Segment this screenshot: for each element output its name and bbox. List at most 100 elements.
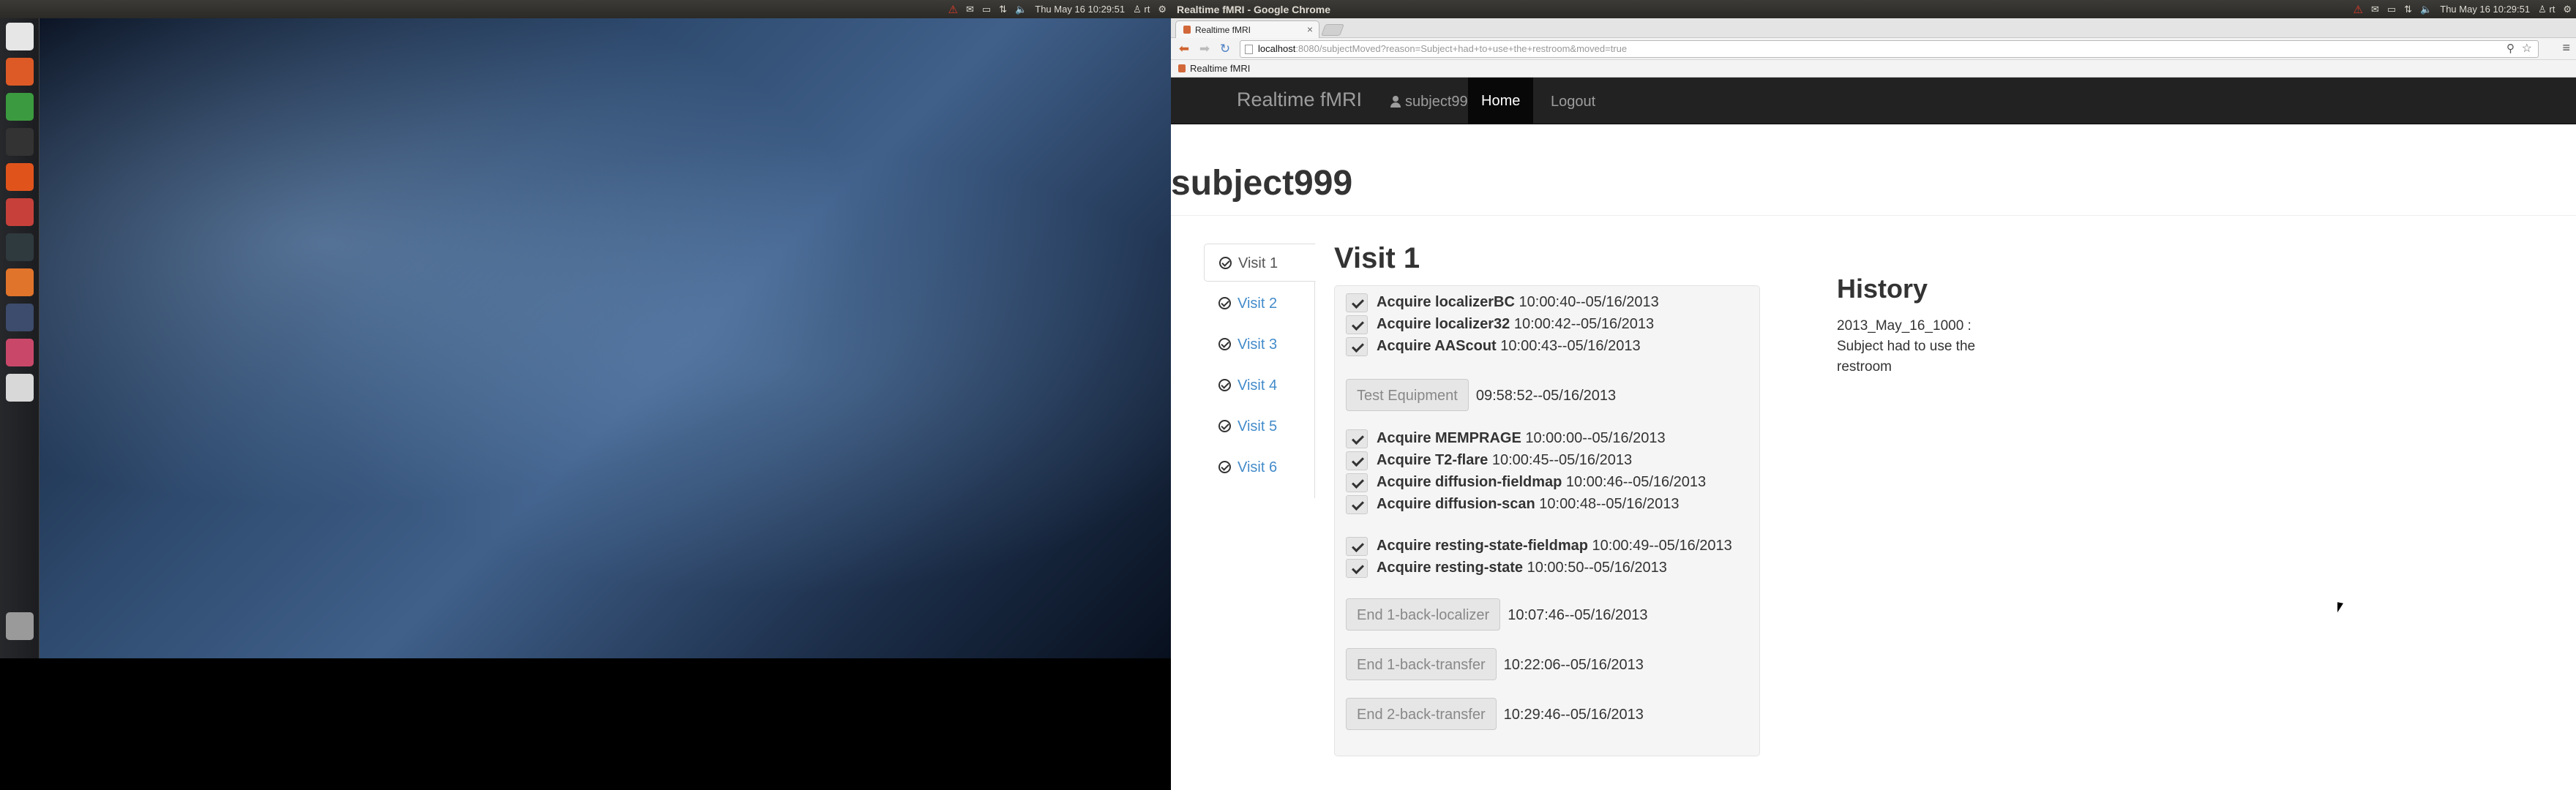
nav-logout-link[interactable]: Logout bbox=[1551, 94, 1595, 110]
visit-tab-6[interactable]: Visit 6 bbox=[1204, 448, 1315, 486]
back-arrow-icon[interactable]: ⬅ bbox=[1175, 40, 1193, 58]
visit-tabs: Visit 1 Visit 2 Visit 3 Visit 4 Visit 5 Visit… bbox=[1204, 244, 1316, 498]
user-icon bbox=[1390, 96, 1401, 108]
visit-tab-label: Visit 1 bbox=[1238, 255, 1278, 271]
disc-icon[interactable] bbox=[6, 374, 34, 402]
chrome-icon[interactable] bbox=[6, 93, 34, 121]
checkmark-icon bbox=[1346, 429, 1368, 448]
user-indicator[interactable]: ♙ rt bbox=[2538, 4, 2555, 15]
completed-step: Acquire localizer32 10:00:42--05/16/2013 bbox=[1346, 313, 1654, 335]
clock[interactable]: Thu May 16 10:29:51 bbox=[2440, 4, 2530, 15]
volume-icon[interactable]: 🔈 bbox=[1015, 4, 1027, 15]
search-icon[interactable]: ⚲ bbox=[2506, 41, 2515, 57]
software-center-icon[interactable] bbox=[6, 163, 34, 191]
address-bar[interactable]: localhost:8080/subjectMoved?reason=Subje… bbox=[1240, 40, 2539, 58]
visit-tab-label: Visit 6 bbox=[1238, 459, 1278, 475]
clock[interactable]: Thu May 16 10:29:51 bbox=[1035, 4, 1125, 15]
tab-strip: Realtime fMRI × bbox=[1171, 18, 2576, 38]
reload-icon[interactable]: ↻ bbox=[1216, 40, 1234, 58]
tab-title: Realtime fMRI bbox=[1195, 25, 1251, 35]
step-name: Acquire diffusion-fieldmap bbox=[1377, 474, 1562, 490]
mail-icon[interactable]: ✉ bbox=[2371, 4, 2379, 15]
new-tab-button[interactable] bbox=[1321, 24, 1344, 36]
step-name: Acquire MEMPRAGE bbox=[1377, 430, 1521, 446]
battery-icon[interactable]: ▭ bbox=[982, 4, 991, 15]
step-time: 10:29:46--05/16/2013 bbox=[1503, 707, 1644, 723]
step-time: 10:00:48--05/16/2013 bbox=[1535, 496, 1680, 512]
bookmark-link[interactable]: Realtime fMRI bbox=[1190, 63, 1250, 74]
favicon-icon bbox=[1183, 26, 1191, 34]
ok-circle-icon bbox=[1218, 379, 1231, 391]
completed-step: Acquire AAScout 10:00:43--05/16/2013 bbox=[1346, 335, 1641, 357]
warning-icon[interactable]: ⚠ bbox=[2354, 3, 2363, 16]
settings-icon[interactable] bbox=[6, 198, 34, 226]
volume-icon[interactable]: 🔈 bbox=[2420, 4, 2432, 15]
checkmark-icon bbox=[1346, 558, 1368, 578]
image-viewer-icon[interactable] bbox=[6, 339, 34, 366]
visit-tab-3[interactable]: Visit 3 bbox=[1204, 326, 1315, 364]
step-button[interactable]: End 1-back-transfer bbox=[1346, 648, 1497, 680]
visit-tab-2[interactable]: Visit 2 bbox=[1204, 285, 1315, 323]
mail-icon[interactable]: ✉ bbox=[966, 4, 974, 15]
step-time: 10:22:06--05/16/2013 bbox=[1503, 657, 1644, 673]
completed-step: Acquire localizerBC 10:00:40--05/16/2013 bbox=[1346, 291, 1659, 313]
trash-icon[interactable] bbox=[6, 612, 34, 640]
ok-circle-icon bbox=[1218, 338, 1231, 350]
home-folder-icon[interactable] bbox=[6, 268, 34, 296]
step-time: 10:00:45--05/16/2013 bbox=[1488, 452, 1633, 468]
url-text: localhost:8080/subjectMoved?reason=Subje… bbox=[1258, 43, 1628, 54]
navbar-brand[interactable]: Realtime fMRI bbox=[1237, 89, 1362, 111]
step-name: Acquire resting-state bbox=[1377, 560, 1524, 576]
battery-icon[interactable]: ▭ bbox=[2387, 4, 2396, 15]
close-tab-icon[interactable]: × bbox=[1307, 23, 1313, 35]
warning-icon[interactable]: ⚠ bbox=[948, 3, 958, 16]
remote-desktop-icon[interactable] bbox=[6, 304, 34, 331]
files-icon[interactable] bbox=[6, 58, 34, 86]
forward-arrow-icon[interactable]: ➡ bbox=[1196, 40, 1213, 58]
nav-home-link[interactable]: Home bbox=[1468, 78, 1534, 124]
terminal-icon[interactable] bbox=[6, 128, 34, 156]
divider bbox=[1171, 215, 2576, 216]
step-time: 09:58:52--05/16/2013 bbox=[1475, 388, 1617, 404]
checkmark-icon bbox=[1346, 494, 1368, 514]
bookmark-star-icon[interactable]: ☆ bbox=[2522, 41, 2532, 57]
step-button[interactable]: End 1-back-localizer bbox=[1346, 598, 1501, 631]
ok-circle-icon bbox=[1218, 297, 1231, 309]
ok-circle-icon bbox=[1219, 257, 1232, 269]
mouse-cursor-icon bbox=[2337, 602, 2343, 614]
browser-tab[interactable]: Realtime fMRI × bbox=[1175, 20, 1319, 38]
nav-user[interactable]: subject999 bbox=[1390, 94, 1476, 110]
web-page: Realtime fMRI subject999 Home Logout sub… bbox=[1171, 78, 2576, 790]
step-time: 10:07:46--05/16/2013 bbox=[1508, 607, 1648, 623]
power-gear-icon[interactable]: ⚙ bbox=[2563, 4, 2572, 15]
menu-icon[interactable]: ≡ bbox=[2562, 40, 2570, 56]
checkmark-icon bbox=[1346, 336, 1368, 356]
visit-tab-1[interactable]: Visit 1 bbox=[1204, 244, 1316, 282]
step-button[interactable]: Test Equipment bbox=[1346, 379, 1469, 411]
network-icon[interactable]: ⇅ bbox=[999, 4, 1007, 15]
completed-step: Acquire resting-state 10:00:50--05/16/20… bbox=[1346, 557, 1667, 579]
completed-step: Acquire MEMPRAGE 10:00:00--05/16/2013 bbox=[1346, 427, 1666, 449]
completed-step: Acquire T2-flare 10:00:45--05/16/2013 bbox=[1346, 449, 1632, 471]
user-icon: ♙ bbox=[1133, 3, 1142, 15]
system-monitor-icon[interactable] bbox=[6, 233, 34, 261]
power-gear-icon[interactable]: ⚙ bbox=[1158, 4, 1167, 15]
page-icon bbox=[1245, 45, 1253, 54]
visit-tab-5[interactable]: Visit 5 bbox=[1204, 407, 1315, 445]
step-time: 10:00:00--05/16/2013 bbox=[1521, 430, 1666, 446]
visit-heading: Visit 1 bbox=[1334, 242, 1420, 274]
visit-tab-label: Visit 4 bbox=[1238, 377, 1278, 394]
user-indicator[interactable]: ♙ rt bbox=[1133, 4, 1150, 15]
user-icon: ♙ bbox=[2538, 3, 2547, 15]
right-monitor: Realtime fMRI - Google Chrome ⚠ ✉ ▭ ⇅ 🔈 … bbox=[1171, 0, 2576, 790]
dash-icon[interactable] bbox=[6, 23, 34, 50]
step-time: 10:00:43--05/16/2013 bbox=[1496, 338, 1641, 354]
network-icon[interactable]: ⇅ bbox=[2404, 4, 2412, 15]
navbar: Realtime fMRI subject999 Home Logout bbox=[1171, 78, 2576, 124]
completed-step: Acquire diffusion-scan 10:00:48--05/16/2… bbox=[1346, 493, 1680, 515]
visit-tab-label: Visit 2 bbox=[1238, 296, 1278, 312]
browser-toolbar: ⬅ ➡ ↻ localhost:8080/subjectMoved?reason… bbox=[1171, 38, 2576, 60]
visit-tab-4[interactable]: Visit 4 bbox=[1204, 366, 1315, 405]
step-button[interactable]: End 2-back-transfer bbox=[1346, 698, 1497, 730]
history-title: History bbox=[1837, 274, 1928, 304]
